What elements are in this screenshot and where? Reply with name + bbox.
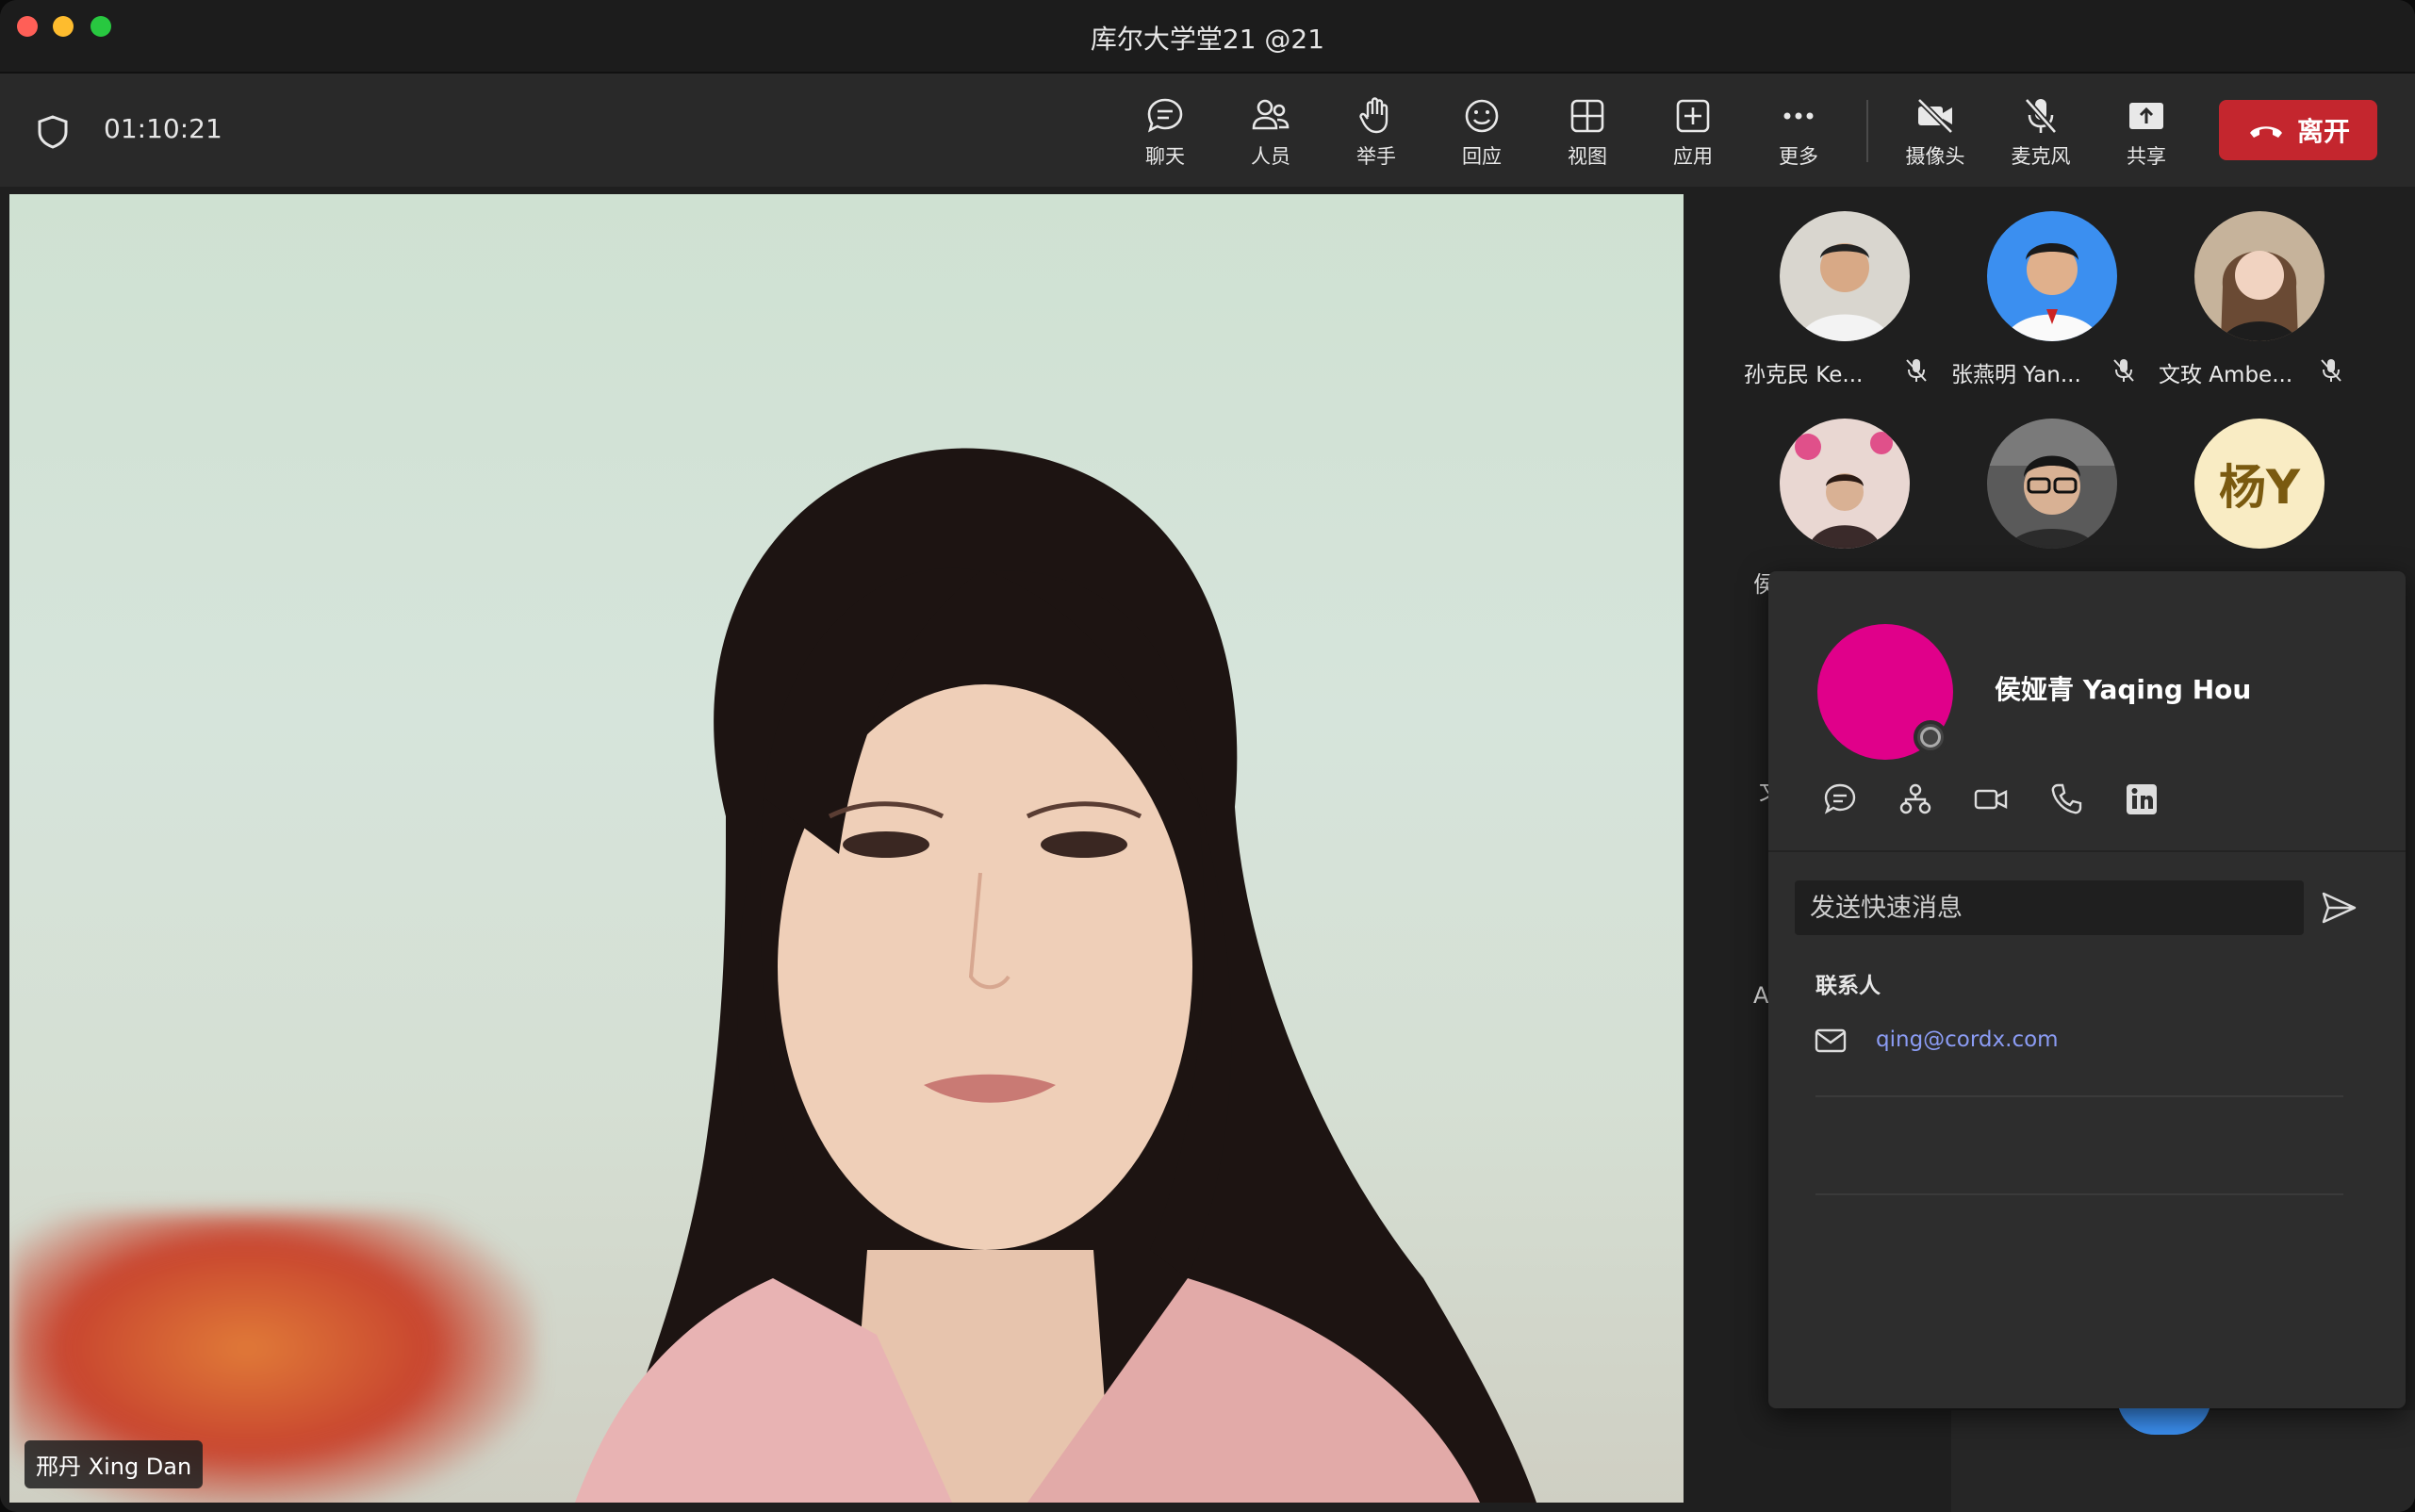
raise-hand-icon <box>1359 97 1388 134</box>
meeting-toolbar: 01:10:21 聊天 人员 举手 回应 视图 应用 更多 摄像头 麦克风 共享… <box>0 74 2415 187</box>
leave-label: 离开 <box>2296 116 2350 147</box>
mic-off-icon <box>2024 98 2058 134</box>
view-button[interactable]: 视图 <box>1542 94 1633 177</box>
more-icon <box>1783 112 1814 120</box>
toolbar-separator <box>1866 100 1868 162</box>
phone-icon <box>2051 783 2082 814</box>
contact-phone-call-button[interactable] <box>2047 781 2089 822</box>
participant-initials-avatar: 杨Y <box>2194 419 2325 549</box>
mic-off-icon <box>1906 359 1927 382</box>
participant-tile[interactable] <box>1744 402 1914 590</box>
share-button[interactable]: 共享 <box>2101 94 2192 177</box>
mic-button[interactable]: 麦克风 <box>1996 94 2086 177</box>
chat-button[interactable]: 聊天 <box>1120 94 1210 177</box>
smiley-icon <box>1465 99 1499 133</box>
react-label: 回应 <box>1462 145 1502 168</box>
contact-email-link[interactable]: qing@cordx.com <box>1876 1027 2059 1052</box>
contacts-heading: 联系人 <box>1815 974 1881 998</box>
people-icon <box>1252 99 1290 130</box>
teams-meeting-window: 库尔大学堂21 @21 01:10:21 聊天 人员 举手 回应 视图 应用 更… <box>0 0 2415 1512</box>
window-title: 库尔大学堂21 @21 <box>1090 24 1325 55</box>
apps-label: 应用 <box>1673 145 1713 168</box>
meeting-timer: 01:10:21 <box>104 113 222 144</box>
card-separator <box>1815 1193 2343 1195</box>
contact-video-call-button[interactable] <box>1972 781 2013 822</box>
mail-icon <box>1815 1028 1847 1053</box>
grid-view-icon <box>1570 99 1604 133</box>
participant-tile[interactable]: 孙克民 Ke... <box>1744 194 1927 387</box>
card-divider <box>1768 850 2406 852</box>
camera-off-icon <box>1916 97 1954 135</box>
send-button[interactable] <box>2317 886 2360 929</box>
chat-icon <box>1147 98 1183 133</box>
presence-status-icon <box>1914 720 1947 754</box>
participant-avatar <box>2194 211 2325 341</box>
participant-name: 文玫 Ambe... <box>2159 363 2293 387</box>
people-button[interactable]: 人员 <box>1225 94 1316 177</box>
participant-tile[interactable] <box>1951 402 2121 590</box>
contact-chat-button[interactable] <box>1821 781 1863 822</box>
partial-participant-name: A <box>1753 982 1769 1009</box>
share-icon <box>2129 103 2163 129</box>
mic-label: 麦克风 <box>2011 145 2071 168</box>
share-label: 共享 <box>2127 145 2166 168</box>
contact-linkedin-button[interactable] <box>2123 781 2164 822</box>
people-label: 人员 <box>1251 145 1290 168</box>
participant-name: 张燕明 Yan... <box>1951 363 2081 387</box>
mic-off-icon <box>2321 359 2341 382</box>
card-separator <box>1815 1095 2343 1097</box>
camera-button[interactable]: 摄像头 <box>1890 94 1980 177</box>
linkedin-icon <box>2127 784 2157 814</box>
raise-hand-button[interactable]: 举手 <box>1331 94 1421 177</box>
participant-tile[interactable]: 杨Y <box>2159 402 2328 590</box>
participant-avatar <box>1780 419 1910 549</box>
org-chart-icon <box>1899 783 1931 814</box>
contact-org-chart-button[interactable] <box>1897 781 1938 822</box>
participant-tile[interactable]: 张燕明 Yan... <box>1951 194 2134 387</box>
participant-avatar <box>1987 419 2117 549</box>
add-app-icon <box>1676 99 1710 133</box>
title-bar: 库尔大学堂21 @21 <box>0 0 2415 74</box>
react-button[interactable]: 回应 <box>1437 94 1527 177</box>
mic-off-icon <box>2113 359 2134 382</box>
view-label: 视图 <box>1568 145 1607 168</box>
gallery-lower-panel <box>1951 1397 2415 1512</box>
contact-card-popup: 侯娅青 Yaqing Hou 联系人 qing@cordx.c <box>1768 571 2406 1408</box>
main-video-feed[interactable]: 邢丹 Xing Dan <box>9 194 1684 1503</box>
video-participant-name: 邢丹 Xing Dan <box>25 1440 204 1488</box>
leave-button[interactable]: 离开 <box>2219 100 2377 160</box>
camera-label: 摄像头 <box>1905 145 1965 168</box>
send-icon <box>2322 892 2357 924</box>
participant-avatar <box>1987 211 2117 341</box>
participant-name: 孙克民 Ke... <box>1744 363 1864 387</box>
raise-hand-label: 举手 <box>1356 145 1396 168</box>
participant-tile[interactable]: 文玫 Ambe... <box>2159 194 2341 387</box>
contact-name: 侯娅青 Yaqing Hou <box>1995 674 2252 705</box>
participant-avatar <box>1780 211 1910 341</box>
chat-icon <box>1824 783 1856 814</box>
more-button[interactable]: 更多 <box>1753 94 1844 177</box>
apps-button[interactable]: 应用 <box>1648 94 1738 177</box>
hang-up-icon <box>2249 126 2282 138</box>
more-label: 更多 <box>1779 145 1818 168</box>
shield-icon[interactable] <box>34 113 72 151</box>
quick-message-input[interactable] <box>1795 880 2304 935</box>
video-call-icon <box>1974 789 2008 810</box>
chat-label: 聊天 <box>1145 145 1185 168</box>
